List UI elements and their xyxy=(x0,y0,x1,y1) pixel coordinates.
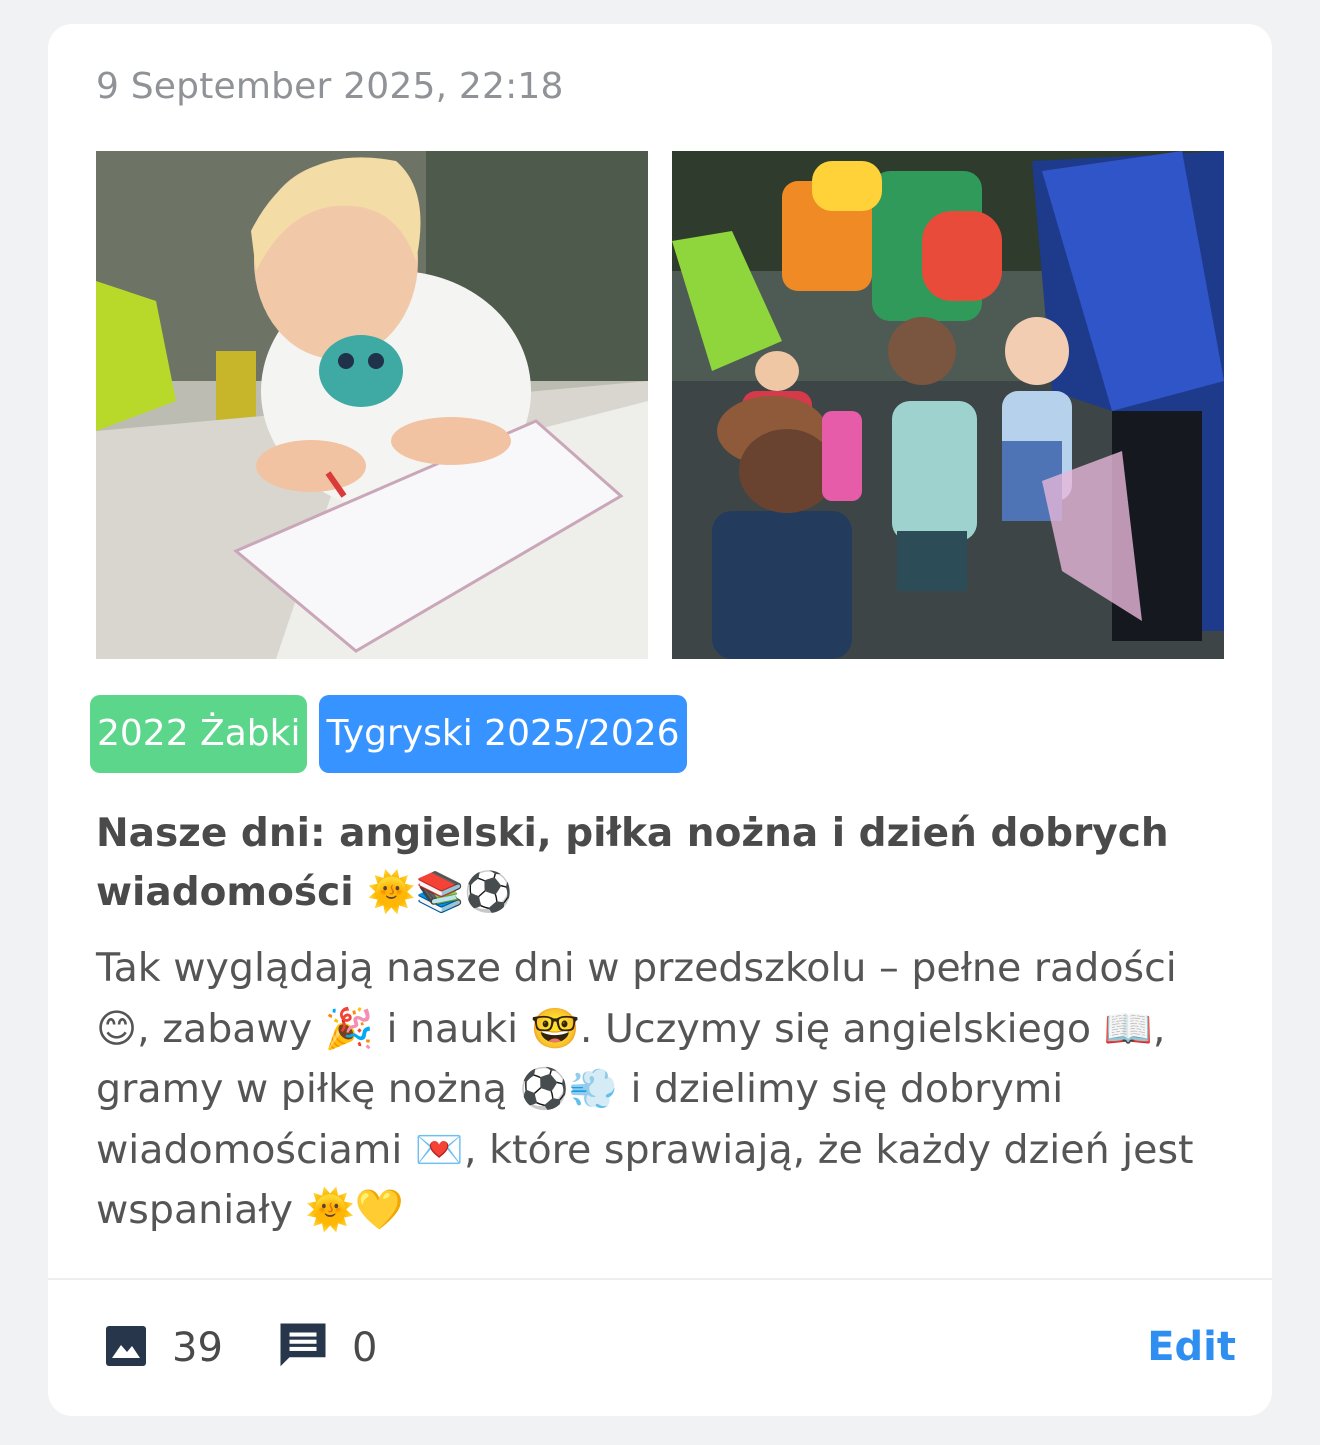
post-photo-children-playground[interactable] xyxy=(672,151,1224,659)
edit-button[interactable]: Edit xyxy=(1147,1324,1236,1370)
comment-count-stat[interactable]: 0 xyxy=(276,1320,377,1376)
post-body: Tak wyglądają nasze dni w przedszkolu – … xyxy=(96,945,1194,1233)
photo-count-stat[interactable]: 39 xyxy=(102,1320,223,1376)
photo-count: 39 xyxy=(172,1325,223,1371)
tag-zabki[interactable]: 2022 Żabki xyxy=(90,695,308,773)
post-title: Nasze dni: angielski, piłka nożna i dzie… xyxy=(96,811,1169,915)
post-tags: 2022 Żabki Tygryski 2025/2026 xyxy=(90,695,687,773)
tag-tygryski[interactable]: Tygryski 2025/2026 xyxy=(319,695,687,773)
post-card: 9 September 2025, 22:18 2022 Żabki Tygry… xyxy=(48,24,1272,1416)
post-photo-child-drawing[interactable] xyxy=(96,151,648,659)
image-icon xyxy=(102,1322,150,1374)
post-date: 9 September 2025, 22:18 xyxy=(96,66,564,107)
comment-count: 0 xyxy=(352,1325,378,1371)
post-footer: 39 0 Edit xyxy=(48,1280,1272,1416)
comment-icon xyxy=(276,1319,330,1377)
